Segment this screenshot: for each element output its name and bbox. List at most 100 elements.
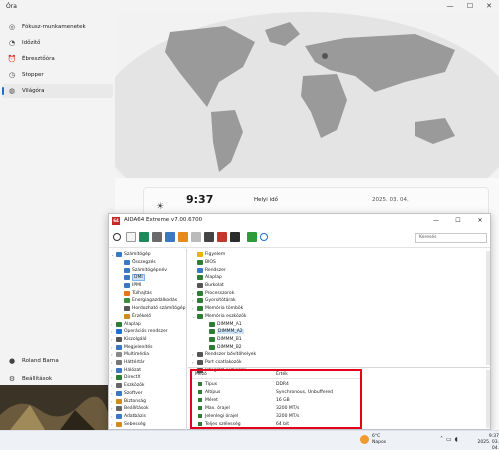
list-item-dimmm-b2[interactable]: DIMMM_B2 [204, 343, 242, 351]
tree-item-szamitogep[interactable]: ⌄ Számítógép [111, 251, 151, 259]
search-icon[interactable] [260, 233, 268, 241]
tree-item-energiagazdalkodas[interactable]: Energiagazdálkodás [119, 297, 177, 305]
list-item-label: Burkolat [205, 283, 224, 289]
tree-item-hordozhato-szamitogep[interactable]: Hordozható számítógép [119, 305, 186, 313]
close-button[interactable]: ✕ [479, 0, 499, 12]
list-item-burkolat[interactable]: Burkolat [192, 282, 224, 290]
monitor-icon[interactable] [165, 232, 175, 242]
properties-scrollbar[interactable] [486, 370, 490, 428]
dimmm-b1-icon [209, 336, 215, 342]
tree-item-directx[interactable]: › DirectX [111, 374, 141, 382]
minimize-button[interactable]: — [440, 0, 460, 12]
tree-item-ipmi[interactable]: IPMI [119, 282, 141, 290]
list-item-dimmm-a1[interactable]: DIMMM_A1 [204, 320, 242, 328]
stopwatch-icon: ◷ [8, 71, 16, 79]
memory-icon[interactable] [152, 232, 162, 242]
aida-minimize-button[interactable]: — [425, 215, 447, 227]
aida64-window: 64 AIDA64 Extreme v7.00.6700 — ☐ ✕ Keres… [108, 213, 491, 430]
tree-item-biztonsag[interactable]: › Biztonság [111, 397, 146, 405]
device-icon[interactable] [191, 232, 201, 242]
tree-item-osszegzes[interactable]: Összegzés [119, 259, 156, 267]
ipmi-icon [124, 283, 130, 289]
property-field: Altípus [198, 390, 220, 395]
maximize-button[interactable]: ☐ [460, 0, 480, 12]
list-item-port-csatlakozok[interactable]: › Port csatlakozók [192, 359, 242, 367]
nav-world-clock[interactable]: ◍ Világóra [2, 84, 113, 98]
timer-icon: ◔ [8, 39, 16, 47]
tree-item-multimedia[interactable]: › Multimédia [111, 351, 149, 359]
report-icon[interactable] [126, 232, 136, 242]
alarm-icon: ⏰ [7, 55, 17, 63]
list-item-rendszer-bovitohelyek[interactable]: › Rendszer bővítőhelyek [192, 351, 256, 359]
search-input[interactable]: Keresés [415, 233, 487, 243]
tree-item-beallitasok[interactable]: › Beállítások [111, 405, 149, 413]
memory-icon [198, 422, 202, 426]
beallitasok-icon [116, 406, 122, 412]
list-scrollbar[interactable] [486, 251, 490, 365]
tree-item-eszkozok[interactable]: › Eszközök [111, 382, 144, 390]
nav-focus[interactable]: ◎ Fókusz-munkamenetek [2, 20, 113, 34]
nav-settings[interactable]: ⚙ Beállítások [2, 372, 113, 386]
tree-item-szoftver[interactable]: › Szoftver [111, 390, 143, 398]
tree-item-operacios-rendszer[interactable]: › Operációs rendszer [111, 328, 168, 336]
list-item-dimmm-b1[interactable]: DIMMM_B1 [204, 336, 242, 344]
property-row[interactable]: Jelenlegi órajel 3200 MT/s [192, 412, 360, 420]
property-row[interactable]: Max. órajel 3200 MT/s [192, 404, 360, 412]
property-row[interactable]: Típus DDR4 [192, 380, 360, 388]
tree-item-label: Adatbázis [124, 413, 146, 419]
list-item-memoria-tombok[interactable]: › Memória tömbök [192, 305, 243, 313]
tree-item-hattertar[interactable]: › Háttértár [111, 359, 145, 367]
refresh-icon[interactable] [113, 233, 121, 241]
user-account[interactable]: ● Roland Barna [2, 354, 113, 368]
gauge-icon[interactable] [230, 232, 240, 242]
user-icon[interactable] [204, 232, 214, 242]
network-icon[interactable]: ▭ [446, 436, 455, 443]
list-item-gyorsitotarak[interactable]: › Gyorsítótárak [192, 297, 236, 305]
download-icon[interactable] [247, 232, 257, 242]
field-column-header[interactable]: Mező [195, 372, 207, 377]
tree-item-label: Hordozható számítógép [132, 306, 186, 312]
list-item-memoria-eszkozok[interactable]: ⌄ Memória eszközök [192, 313, 246, 321]
megjelenites-icon [116, 344, 122, 350]
system-tray[interactable]: ˄▭◖ [440, 436, 461, 443]
benchmark-icon[interactable] [217, 232, 227, 242]
tree-item-kiszolgalo[interactable]: › Kiszolgáló [111, 336, 147, 344]
tree-item-label: Túlhajtás [132, 290, 152, 296]
kiszolgalo-icon [116, 336, 122, 342]
property-row[interactable]: Altípus Synchronous, Unbuffered [192, 388, 360, 396]
taskbar-clock[interactable]: 9:37 2025. 03. 04. [470, 434, 499, 450]
tree-item-alaplap[interactable]: › Alaplap [111, 320, 141, 328]
tree-item-megjelenites[interactable]: › Megjelenítés [111, 343, 153, 351]
nav-timer[interactable]: ◔ Időzítő [2, 36, 113, 50]
nav-alarm[interactable]: ⏰ Ébresztőóra [2, 52, 113, 66]
pane-divider[interactable] [188, 367, 491, 368]
speaker-icon[interactable]: ◖ [455, 436, 461, 443]
processzorok-icon [197, 290, 203, 296]
tree-item-szamitogepnev[interactable]: Számítógépnév [119, 266, 167, 274]
property-row[interactable]: Méret 16 GB [192, 396, 360, 404]
list-item-figyelem[interactable]: Figyelem [192, 251, 225, 259]
weather-widget[interactable]: 6°C Napos [360, 434, 386, 445]
property-field-label: Méret [205, 397, 218, 403]
aida-close-button[interactable]: ✕ [469, 215, 491, 227]
tree-item-erzekelo[interactable]: Érzékelő [119, 313, 151, 321]
value-column-header[interactable]: Érték [276, 372, 288, 377]
dimmm-b2-icon [209, 344, 215, 350]
nav-stopwatch[interactable]: ◷ Stopper [2, 68, 113, 82]
tree-item-tulhajtas[interactable]: Túlhajtás [119, 290, 152, 298]
tree-item-halozat[interactable]: › Hálózat [111, 367, 141, 375]
tree-item-sebesseg[interactable]: › Sebesség [111, 420, 146, 428]
fire-icon[interactable] [178, 232, 188, 242]
motherboard-icon[interactable] [139, 232, 149, 242]
aida-maximize-button[interactable]: ☐ [447, 215, 469, 227]
list-item-dimmm-a2[interactable]: DIMMM_A2 [204, 328, 244, 336]
list-item-alaplap[interactable]: Alaplap [192, 274, 222, 282]
list-item-bios[interactable]: BIOS [192, 259, 216, 267]
tree-item-adatbazis[interactable]: › Adatbázis [111, 413, 146, 421]
list-item-processzorok[interactable]: › Processzorok [192, 290, 234, 298]
property-row[interactable]: Teljes szélesség 64 bit [192, 420, 360, 428]
rendszer-icon [197, 267, 203, 273]
gyorsitotarak-icon [197, 298, 203, 304]
list-item-rendszer[interactable]: Rendszer [192, 266, 226, 274]
tree-item-dmi[interactable]: DMI [119, 274, 145, 282]
